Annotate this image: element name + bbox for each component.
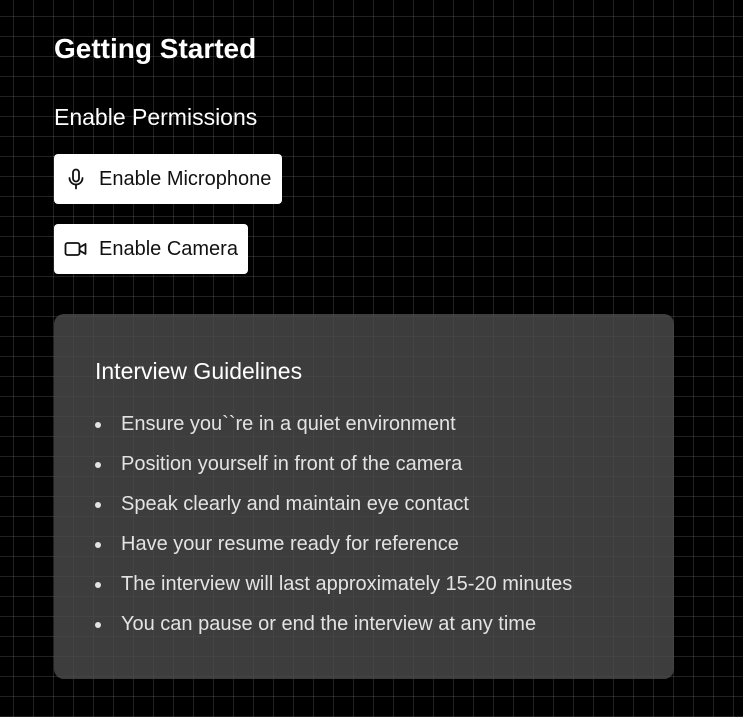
guideline-item: You can pause or end the interview at an…: [95, 608, 572, 648]
guideline-text: Ensure you``re in a quiet environment: [121, 413, 456, 435]
bullet-dot-icon: [95, 582, 101, 588]
guideline-item: Position yourself in front of the camera: [95, 448, 572, 488]
microphone-icon: [64, 167, 88, 191]
enable-camera-label: Enable Camera: [99, 237, 238, 260]
guideline-item: Ensure you``re in a quiet environment: [95, 408, 572, 448]
guideline-item: Speak clearly and maintain eye contact: [95, 488, 572, 528]
guideline-text: Have your resume ready for reference: [121, 533, 459, 555]
video-camera-icon: [64, 237, 88, 261]
guidelines-list: Ensure you``re in a quiet environment Po…: [95, 408, 572, 648]
bullet-dot-icon: [95, 622, 101, 628]
bullet-dot-icon: [95, 462, 101, 468]
guidelines-title: Interview Guidelines: [95, 358, 303, 384]
guideline-text: Speak clearly and maintain eye contact: [121, 493, 469, 515]
page-title: Getting Started: [54, 33, 257, 64]
interview-guidelines-panel: Interview Guidelines Ensure you``re in a…: [54, 314, 674, 679]
enable-camera-button[interactable]: Enable Camera: [54, 224, 248, 274]
enable-microphone-button[interactable]: Enable Microphone: [54, 154, 282, 204]
bullet-dot-icon: [95, 542, 101, 548]
bullet-dot-icon: [95, 422, 101, 428]
permissions-heading: Enable Permissions: [54, 104, 258, 130]
guideline-text: The interview will last approximately 15…: [121, 573, 573, 595]
guideline-text: You can pause or end the interview at an…: [121, 613, 537, 635]
guideline-item: Have your resume ready for reference: [95, 528, 572, 568]
guideline-text: Position yourself in front of the camera: [121, 453, 463, 475]
enable-microphone-label: Enable Microphone: [99, 167, 272, 190]
guideline-item: The interview will last approximately 15…: [95, 568, 572, 608]
bullet-dot-icon: [95, 502, 101, 508]
